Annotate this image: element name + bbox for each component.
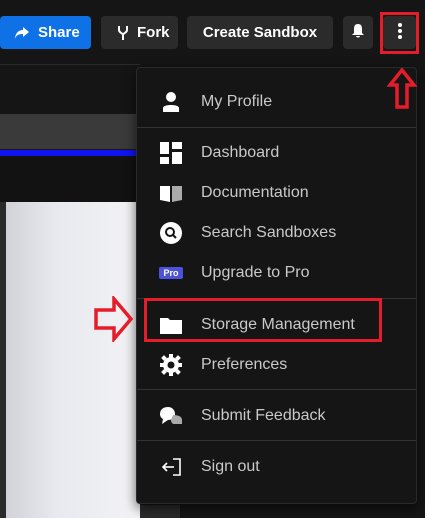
menu-item-documentation[interactable]: Documentation [137,175,416,211]
share-button[interactable]: Share [0,16,91,49]
pro-badge: Pro [159,267,183,279]
background-tab-bar [0,114,140,149]
menu-label-documentation: Documentation [201,184,309,201]
menu-separator [137,127,416,128]
menu-item-upgrade-to-pro[interactable]: Pro Upgrade to Pro [137,255,416,291]
create-sandbox-button[interactable]: Create Sandbox [187,16,333,49]
background-dark-panel [0,156,140,202]
menu-item-my-profile[interactable]: My Profile [137,84,416,120]
menu-label-search-sandboxes: Search Sandboxes [201,224,337,241]
bell-icon [351,23,365,43]
search-icon [159,221,183,245]
fork-label: Fork [137,24,170,41]
background-header-bar [0,64,140,115]
account-dropdown-menu: My Profile Dashboard Documentation Searc… [136,67,417,504]
feedback-chat-icon [159,404,183,428]
menu-label-preferences: Preferences [201,356,288,373]
share-label: Share [38,24,80,41]
background-preview-edge [0,202,6,518]
background-preview-image [0,202,140,518]
menu-label-submit-feedback: Submit Feedback [201,407,326,424]
menu-label-dashboard: Dashboard [201,144,280,161]
right-arrow-annotation-icon [94,296,134,342]
user-icon [159,90,183,114]
menu-label-sign-out: Sign out [201,458,260,475]
menu-label-upgrade-to-pro: Upgrade to Pro [201,264,310,281]
menu-separator [137,440,416,441]
fork-button[interactable]: Fork [101,16,178,49]
menu-label-my-profile: My Profile [201,93,273,110]
menu-item-dashboard[interactable]: Dashboard [137,135,416,171]
dashboard-icon [159,141,183,165]
gear-icon [159,353,183,377]
storage-management-highlight-box [144,298,382,342]
background-bottom-element [140,505,180,518]
up-arrow-annotation-icon [387,68,417,109]
notifications-button[interactable] [343,16,373,49]
share-icon [14,26,30,40]
pro-badge-icon: Pro [159,261,183,285]
book-icon [159,181,183,205]
menu-item-submit-feedback[interactable]: Submit Feedback [137,398,416,434]
fork-icon [117,25,129,41]
top-toolbar: Share Fork Create Sandbox [0,0,425,64]
menu-separator [137,389,416,390]
menu-item-search-sandboxes[interactable]: Search Sandboxes [137,215,416,251]
menu-item-preferences[interactable]: Preferences [137,347,416,383]
menu-item-sign-out[interactable]: Sign out [137,449,416,485]
sign-out-icon [159,455,183,479]
create-sandbox-label: Create Sandbox [202,24,318,41]
more-button-highlight-box [380,12,419,54]
